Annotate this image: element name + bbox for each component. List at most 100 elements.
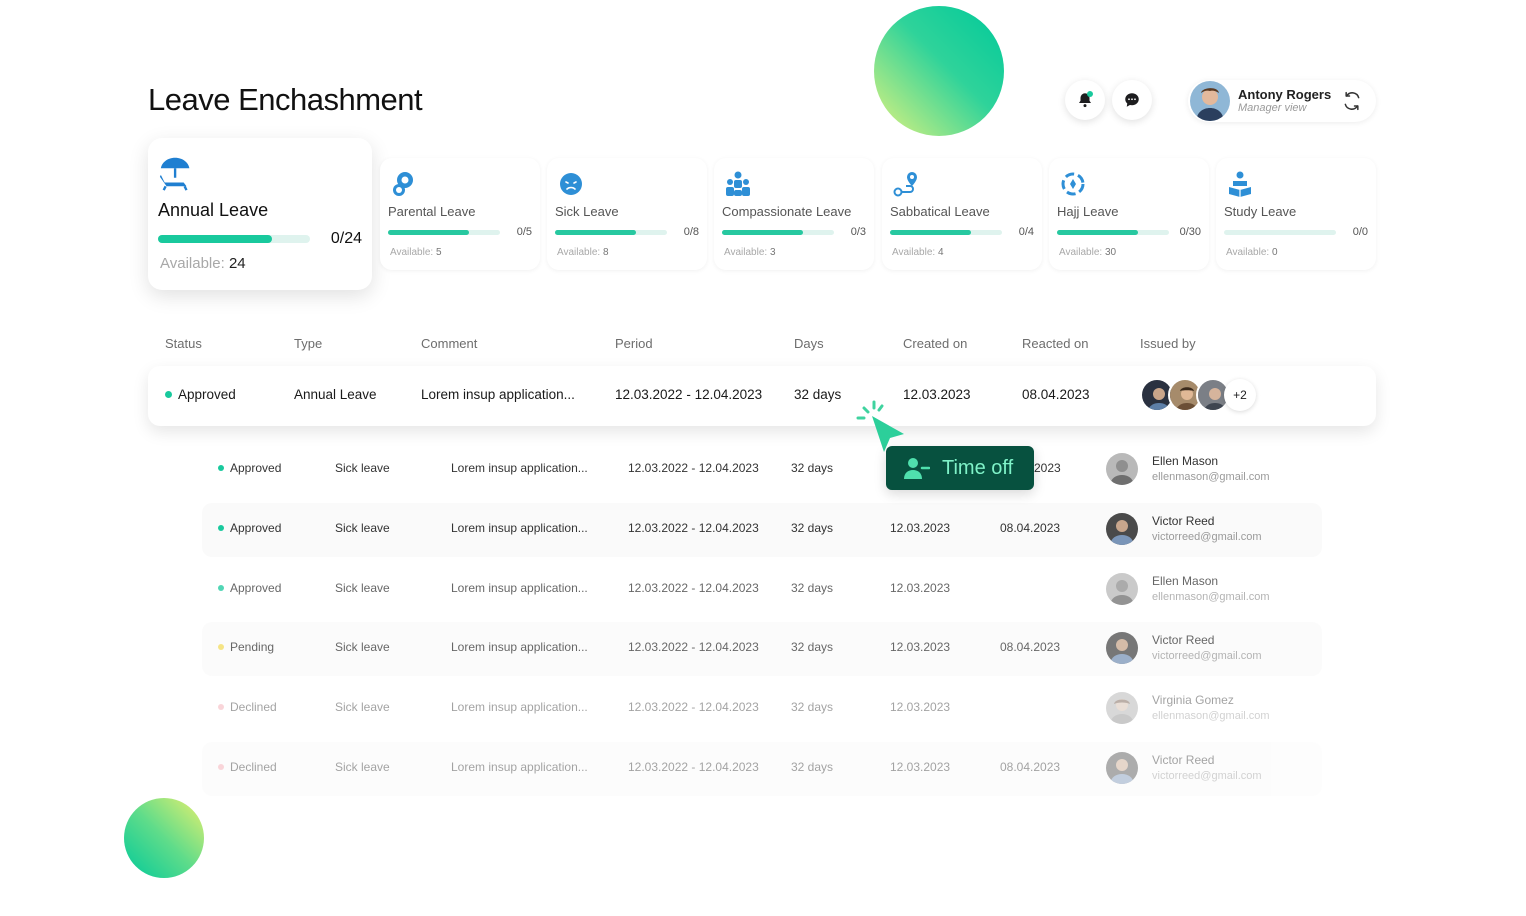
messages-button[interactable] bbox=[1112, 80, 1152, 120]
leave-card-count: 0/5 bbox=[516, 226, 532, 238]
table-row[interactable]: Approved Sick leave Lorem insup applicat… bbox=[202, 503, 1322, 557]
decorative-gradient-circle bbox=[874, 6, 1004, 136]
issuer-name: Victor Reed bbox=[1152, 633, 1215, 648]
row-period: 12.03.2022 - 12.04.2023 bbox=[628, 461, 759, 475]
leave-progress-fill bbox=[388, 230, 469, 235]
row-status: Approved bbox=[218, 521, 281, 535]
row-reacted-on: 08.04.2023 bbox=[1000, 640, 1061, 654]
issuer-avatar-stack[interactable]: +2 bbox=[1140, 378, 1256, 412]
column-header-type[interactable]: Type bbox=[294, 336, 322, 351]
leave-card-count: 0/8 bbox=[683, 226, 699, 238]
row-days: 32 days bbox=[791, 640, 834, 654]
leave-card-name: Sabbatical Leave bbox=[890, 204, 990, 219]
issuer-email[interactable]: ellenmason@gmail.com bbox=[1152, 590, 1270, 605]
table-row-expanded[interactable]: Approved Annual Leave Lorem insup applic… bbox=[148, 366, 1376, 426]
row-period: 12.03.2022 - 12.04.2023 bbox=[628, 700, 759, 714]
leave-card-available: Available: 3 bbox=[724, 247, 776, 258]
issuer-email[interactable]: ellenmason@gmail.com bbox=[1152, 709, 1270, 724]
row-comment: Lorem insup application... bbox=[451, 461, 588, 475]
user-profile-chip[interactable]: Antony Rogers Manager view bbox=[1188, 80, 1376, 122]
issuer: Victor Reed victorreed@gmail.com bbox=[1106, 513, 1262, 545]
family-icon bbox=[726, 171, 750, 196]
notifications-button[interactable] bbox=[1065, 80, 1105, 120]
leave-card-count: 0/30 bbox=[1179, 226, 1201, 238]
leave-card-count: 0/3 bbox=[850, 226, 866, 238]
row-created-on: 12.03.2023 bbox=[890, 640, 951, 654]
row-type: Sick leave bbox=[335, 760, 390, 774]
row-status: Approved bbox=[165, 387, 236, 402]
leave-card-name: Hajj Leave bbox=[1057, 204, 1119, 219]
user-role: Manager view bbox=[1238, 102, 1307, 115]
user-name: Antony Rogers bbox=[1238, 86, 1332, 102]
issuer-email[interactable]: victorreed@gmail.com bbox=[1152, 530, 1262, 545]
leave-card-study[interactable]: Study Leave 0/0 Available: 0 bbox=[1216, 158, 1376, 270]
column-header-created-on[interactable]: Created on bbox=[903, 336, 967, 351]
issuer-email[interactable]: ellenmason@gmail.com bbox=[1152, 470, 1270, 485]
leave-card-count: 0/4 bbox=[1018, 226, 1034, 238]
status-dot bbox=[218, 584, 224, 591]
issuer: Virginia Gomez ellenmason@gmail.com bbox=[1106, 692, 1270, 724]
status-dot bbox=[218, 464, 224, 471]
table-row[interactable]: Declined Sick leave Lorem insup applicat… bbox=[202, 742, 1322, 796]
row-period: 12.03.2022 - 12.04.2023 bbox=[628, 760, 759, 774]
leave-progress-bar bbox=[1057, 230, 1169, 235]
row-type: Sick leave bbox=[335, 640, 390, 654]
leave-progress-bar bbox=[722, 230, 834, 235]
avatar bbox=[1106, 513, 1138, 545]
switch-view-icon[interactable] bbox=[1342, 91, 1362, 111]
row-status: Approved bbox=[218, 461, 281, 475]
leave-progress-bar bbox=[388, 230, 500, 235]
issuer-name: Victor Reed bbox=[1152, 753, 1215, 768]
table-row[interactable]: Approved Sick leave Lorem insup applicat… bbox=[202, 563, 1322, 617]
table-row[interactable]: Approved Sick leave Lorem insup applicat… bbox=[202, 443, 1322, 497]
page-title: Leave Enchashment bbox=[148, 82, 423, 117]
decorative-gradient-circle bbox=[124, 798, 204, 878]
leave-card-sick[interactable]: Sick Leave 0/8 Available: 8 bbox=[547, 158, 707, 270]
user-minus-icon bbox=[904, 458, 930, 479]
table-row[interactable]: Declined Sick leave Lorem insup applicat… bbox=[202, 682, 1322, 736]
avatar bbox=[1106, 453, 1138, 485]
leave-card-annual[interactable]: Annual Leave 0/24 Available: 24 bbox=[148, 138, 372, 290]
issuer-email[interactable]: victorreed@gmail.com bbox=[1152, 649, 1262, 664]
row-reacted-on: 08.04.2023 bbox=[1000, 521, 1061, 535]
row-period: 12.03.2022 - 12.04.2023 bbox=[615, 387, 763, 402]
row-days: 32 days bbox=[791, 760, 834, 774]
avatar bbox=[1106, 573, 1138, 605]
column-header-comment[interactable]: Comment bbox=[421, 336, 477, 351]
leave-card-compassionate[interactable]: Compassionate Leave 0/3 Available: 3 bbox=[714, 158, 874, 270]
column-header-days[interactable]: Days bbox=[794, 336, 824, 351]
leave-card-sabbatical[interactable]: Sabbatical Leave 0/4 Available: 4 bbox=[882, 158, 1042, 270]
row-days: 32 days bbox=[791, 581, 834, 595]
table-row[interactable]: Pending Sick leave Lorem insup applicati… bbox=[202, 622, 1322, 676]
issuer-email[interactable]: victorreed@gmail.com bbox=[1152, 769, 1262, 784]
row-type: Sick leave bbox=[335, 700, 390, 714]
baby-icon bbox=[393, 172, 413, 196]
leave-card-parental[interactable]: Parental Leave 0/5 Available: 5 bbox=[380, 158, 540, 270]
row-created-on: 12.03.2023 bbox=[890, 581, 951, 595]
issuer-name: Ellen Mason bbox=[1152, 574, 1219, 589]
leave-card-available: Available: 8 bbox=[557, 247, 609, 258]
row-type: Annual Leave bbox=[294, 387, 377, 402]
leave-card-hajj[interactable]: Hajj Leave 0/30 Available: 30 bbox=[1049, 158, 1209, 270]
beach-umbrella-icon bbox=[159, 157, 190, 191]
tooltip-label: Time off bbox=[942, 456, 1014, 479]
avatar bbox=[1106, 692, 1138, 724]
more-issuers-badge[interactable]: +2 bbox=[1224, 379, 1256, 411]
column-header-period[interactable]: Period bbox=[615, 336, 653, 351]
leave-card-available: Available: 24 bbox=[160, 255, 246, 272]
time-off-tooltip[interactable]: Time off bbox=[886, 446, 1034, 490]
leave-card-name: Study Leave bbox=[1224, 204, 1297, 219]
status-dot bbox=[218, 703, 224, 710]
row-type: Sick leave bbox=[335, 521, 390, 535]
leave-progress-bar bbox=[555, 230, 667, 235]
column-header-status[interactable]: Status bbox=[165, 336, 202, 351]
leave-progress-fill bbox=[158, 235, 272, 243]
row-comment: Lorem insup application... bbox=[451, 640, 588, 654]
row-status: Approved bbox=[218, 581, 281, 595]
issuer-name: Virginia Gomez bbox=[1152, 693, 1234, 708]
column-header-reacted-on[interactable]: Reacted on bbox=[1022, 336, 1089, 351]
leave-progress-fill bbox=[722, 230, 803, 235]
column-header-issued-by[interactable]: Issued by bbox=[1140, 336, 1196, 351]
row-type: Sick leave bbox=[335, 581, 390, 595]
issuer-name: Victor Reed bbox=[1152, 514, 1215, 529]
